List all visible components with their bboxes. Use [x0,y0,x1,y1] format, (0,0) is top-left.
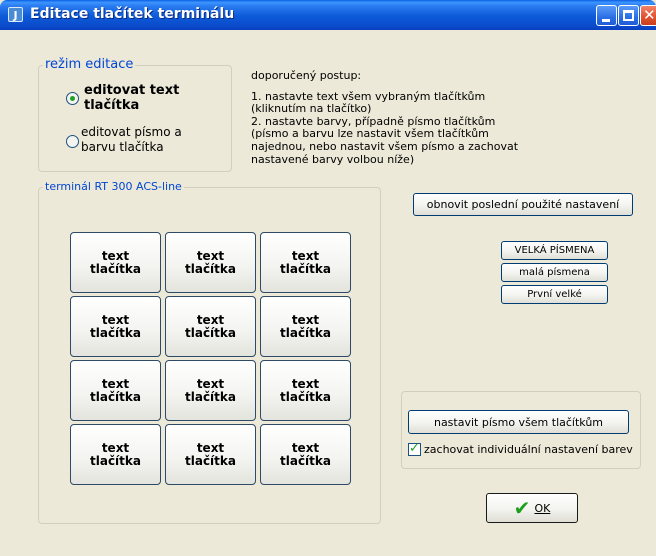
title-bar[interactable]: J Editace tlačítek terminálu ✕ [0,0,656,30]
terminal-key[interactable]: text tlačítka [165,232,256,293]
terminal-key[interactable]: text tlačítka [70,232,161,293]
radio-edit-text[interactable] [66,92,79,105]
minimize-button[interactable] [596,5,617,26]
terminal-key[interactable]: text tlačítka [260,424,351,485]
terminal-key[interactable]: text tlačítka [260,360,351,421]
terminal-legend: terminál RT 300 ACS-line [43,180,184,193]
instructions-text: doporučený postup: 1. nastavte text všem… [251,69,519,166]
uppercase-button[interactable]: VELKÁ PÍSMENA [501,241,608,260]
ok-label: OK [534,501,551,515]
edit-mode-legend: režim editace [43,57,136,72]
keep-colors-checkbox[interactable]: ✓ [408,441,421,456]
ok-button[interactable]: ✔ OK [486,493,578,523]
terminal-key[interactable]: text tlačítka [165,424,256,485]
minimize-icon [602,19,610,22]
maximize-button[interactable] [618,5,639,26]
set-font-all-button[interactable]: nastavit písmo všem tlačítkům [408,410,629,434]
maximize-icon [623,10,634,21]
instructions-line: (kliknutím na tlačítko) [251,102,372,116]
window-title: Editace tlačítek terminálu [30,6,235,22]
terminal-key[interactable]: text tlačítka [260,296,351,357]
radio-edit-font-label[interactable]: editovat písmo a barvu tlačítka [81,125,182,155]
radio-edit-font[interactable] [66,135,79,148]
app-icon: J [8,7,23,22]
terminal-key[interactable]: text tlačítka [70,296,161,357]
close-icon: ✕ [643,6,656,24]
restore-settings-button[interactable]: obnovit poslední použité nastavení [413,193,633,216]
instructions-line: najednou, nebo nastavit všem písmo a zac… [251,139,519,153]
capitalize-button[interactable]: První velké [501,285,608,304]
instructions-heading: doporučený postup: [251,69,362,82]
terminal-key[interactable]: text tlačítka [165,360,256,421]
lowercase-button[interactable]: malá písmena [501,263,608,282]
radio-selected-dot [70,96,75,101]
edit-mode-group: režim editace [38,57,232,172]
terminal-key[interactable]: text tlačítka [260,232,351,293]
terminal-key[interactable]: text tlačítka [70,360,161,421]
terminal-key[interactable]: text tlačítka [70,424,161,485]
checkmark-icon: ✔ [513,496,531,520]
checkmark-icon: ✓ [409,441,420,456]
terminal-key[interactable]: text tlačítka [165,296,256,357]
instructions-line: nastavené barvy volbou níže) [251,152,415,166]
keep-colors-label[interactable]: zachovat individuální nastavení barev [424,443,633,456]
close-button[interactable]: ✕ [640,5,656,26]
radio-edit-text-label[interactable]: editovat text tlačítka [84,83,179,113]
terminal-key-grid: text tlačítka text tlačítka text tlačítk… [70,232,356,485]
dialog-window: J Editace tlačítek terminálu ✕ režim edi… [0,0,656,556]
